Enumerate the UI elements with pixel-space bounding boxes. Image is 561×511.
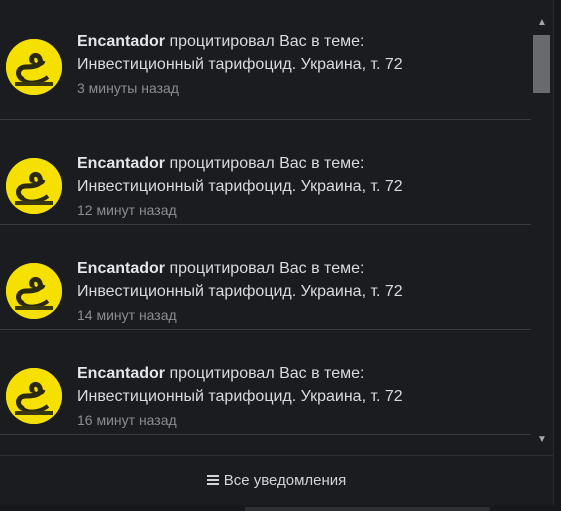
notification-username[interactable]: Encantador: [77, 155, 165, 172]
notification-action: процитировал Вас в теме:: [169, 33, 365, 50]
notification-text: Encantador процитировал Вас в теме: Инве…: [77, 257, 521, 325]
notification-item[interactable]: Encantador процитировал Вас в теме: Инве…: [0, 120, 531, 225]
notification-item[interactable]: Encantador процитировал Вас в теме: Инве…: [0, 0, 531, 120]
notification-item[interactable]: Encantador процитировал Вас в теме: Инве…: [0, 330, 531, 435]
bottom-scroll-indicator: [245, 507, 490, 511]
scrollbar[interactable]: ▲ ▼: [531, 12, 553, 452]
notification-username[interactable]: Encantador: [77, 260, 165, 277]
notification-text: Encantador процитировал Вас в теме: Инве…: [77, 152, 521, 220]
notification-text: Encantador процитировал Вас в теме: Инве…: [77, 362, 521, 430]
notifications-footer: Все уведомления: [0, 455, 553, 505]
scroll-down-arrow-icon[interactable]: ▼: [536, 434, 548, 446]
notification-action: процитировал Вас в теме:: [169, 155, 365, 172]
notification-list: Encantador процитировал Вас в теме: Инве…: [0, 0, 531, 454]
gadsden-flag-avatar[interactable]: [6, 39, 62, 95]
notification-time: 16 минут назад: [77, 412, 177, 428]
notification-thread-link[interactable]: Инвестиционный тарифоцид. Украина, т. 72: [77, 283, 403, 300]
notification-username[interactable]: Encantador: [77, 33, 165, 50]
notification-thread-link[interactable]: Инвестиционный тарифоцид. Украина, т. 72: [77, 388, 403, 405]
gadsden-flag-avatar[interactable]: [6, 263, 62, 319]
notifications-panel: Encantador процитировал Вас в теме: Инве…: [0, 0, 554, 505]
notification-time: 14 минут назад: [77, 307, 177, 323]
notification-text: Encantador процитировал Вас в теме: Инве…: [77, 30, 521, 98]
all-notifications-label: Все уведомления: [223, 472, 347, 489]
gadsden-flag-avatar[interactable]: [6, 368, 62, 424]
snake-icon: [6, 39, 62, 95]
notification-username[interactable]: Encantador: [77, 365, 165, 382]
notification-action: процитировал Вас в теме:: [169, 365, 365, 382]
notification-time: 3 минуты назад: [77, 80, 179, 96]
notification-item[interactable]: Encantador процитировал Вас в теме: Инве…: [0, 225, 531, 330]
scroll-up-arrow-icon[interactable]: ▲: [536, 17, 548, 29]
list-icon: [206, 475, 219, 486]
all-notifications-link[interactable]: Все уведомления: [206, 472, 347, 489]
snake-icon: [6, 368, 62, 424]
notification-thread-link[interactable]: Инвестиционный тарифоцид. Украина, т. 72: [77, 56, 403, 73]
snake-icon: [6, 263, 62, 319]
snake-icon: [6, 158, 62, 214]
scrollbar-thumb[interactable]: [533, 35, 550, 93]
notification-thread-link[interactable]: Инвестиционный тарифоцид. Украина, т. 72: [77, 178, 403, 195]
gadsden-flag-avatar[interactable]: [6, 158, 62, 214]
notification-action: процитировал Вас в теме:: [169, 260, 365, 277]
notification-time: 12 минут назад: [77, 202, 177, 218]
